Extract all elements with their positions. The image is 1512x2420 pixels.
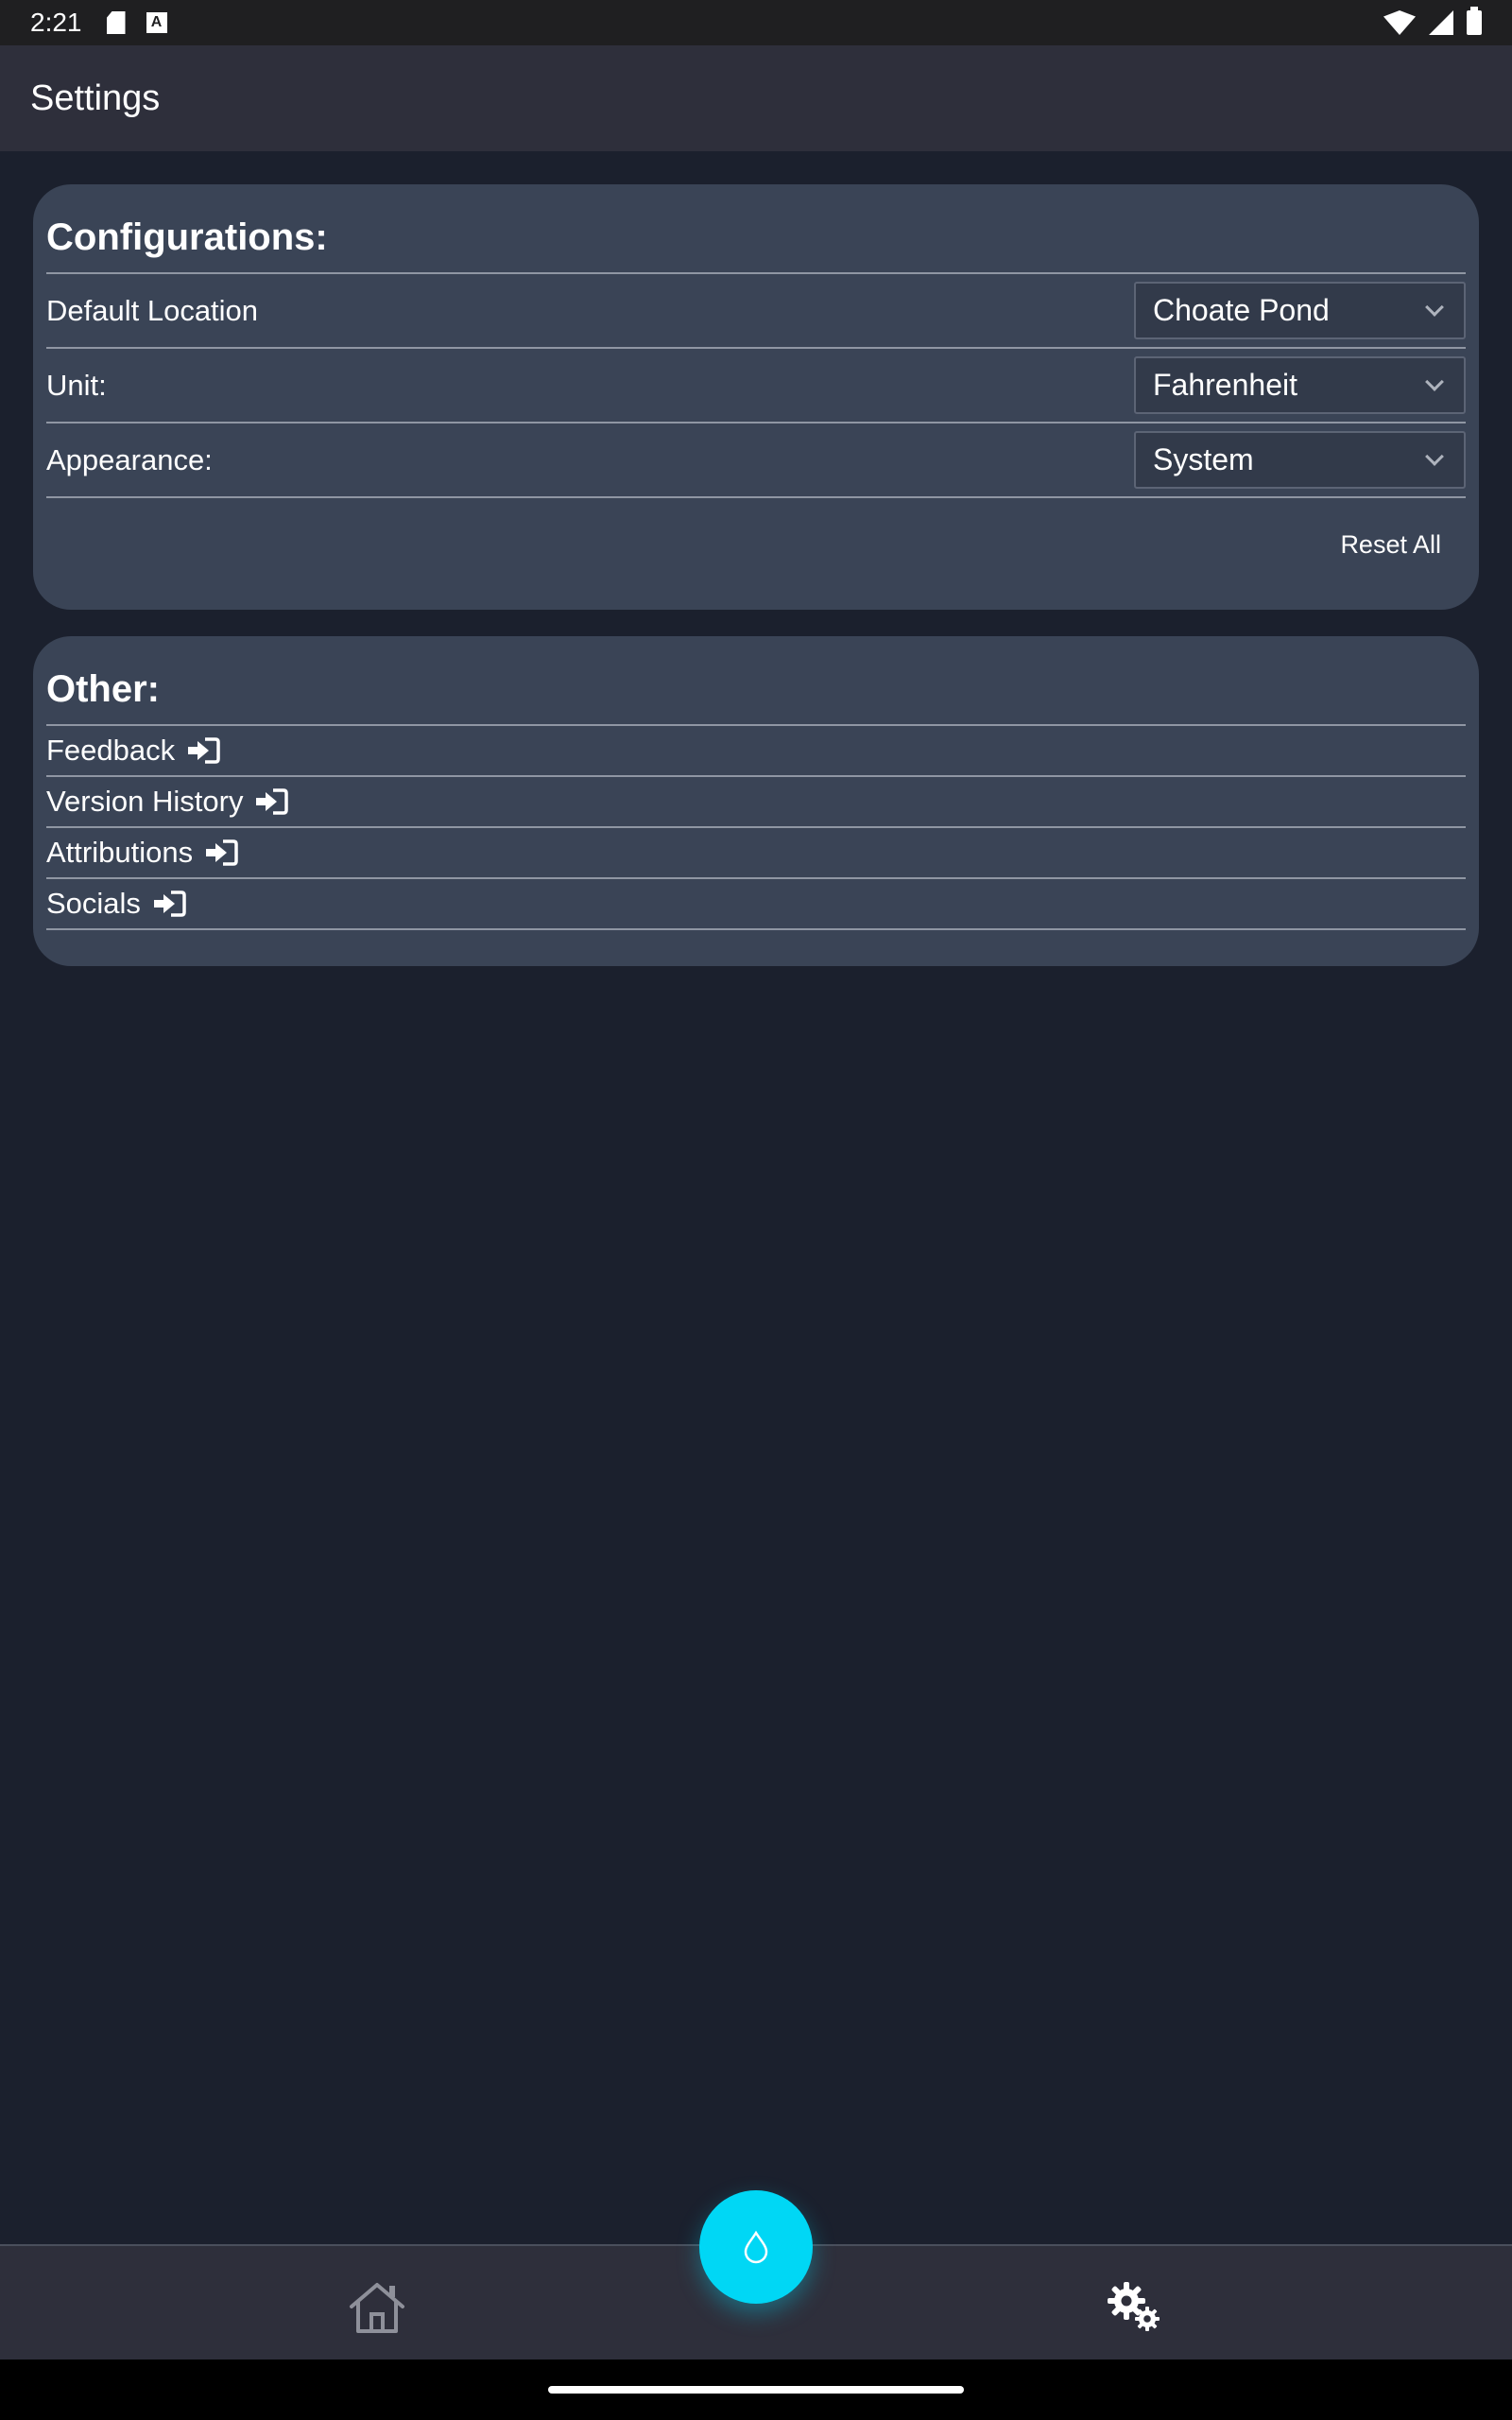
status-left-icons: A [106, 11, 167, 34]
gears-icon[interactable] [1106, 2280, 1162, 2333]
login-icon [206, 839, 238, 866]
battery-icon [1467, 7, 1482, 35]
chevron-down-icon [1425, 297, 1444, 317]
gesture-handle[interactable] [548, 2386, 964, 2394]
feedback-link[interactable]: Feedback [46, 726, 1466, 777]
other-card: Other: Feedback Version History Attribut… [33, 636, 1479, 966]
feedback-label: Feedback [46, 734, 176, 767]
default-location-dropdown[interactable]: Choate Pond [1134, 282, 1466, 339]
configurations-card: Configurations: Default Location Choate … [33, 184, 1479, 610]
water-drop-fab[interactable] [699, 2190, 813, 2304]
appearance-row: Appearance: System [46, 424, 1466, 498]
socials-link[interactable]: Socials [46, 879, 1466, 930]
signal-icon [1429, 10, 1453, 35]
login-icon [153, 890, 186, 917]
version-history-link[interactable]: Version History [46, 777, 1466, 828]
home-icon[interactable] [348, 2280, 406, 2335]
appearance-value: System [1153, 442, 1254, 476]
unit-dropdown[interactable]: Fahrenheit [1134, 356, 1466, 414]
default-location-label: Default Location [46, 293, 259, 327]
app-bar: Settings [0, 45, 1512, 151]
a-notification-icon: A [146, 12, 167, 33]
attributions-label: Attributions [46, 836, 194, 869]
login-icon [188, 737, 220, 764]
settings-screen: 2:21 A Settings Configurations: Default … [0, 0, 1512, 2420]
unit-value: Fahrenheit [1153, 368, 1297, 402]
status-right-icons [1383, 7, 1482, 35]
configurations-heading: Configurations: [46, 184, 1466, 274]
gesture-navigation-area [0, 2360, 1512, 2420]
sd-card-icon [106, 11, 126, 34]
unit-label: Unit: [46, 368, 107, 402]
wifi-icon [1383, 10, 1416, 35]
status-bar: 2:21 A [0, 0, 1512, 45]
appearance-label: Appearance: [46, 442, 213, 476]
reset-wrap: Reset All [46, 498, 1466, 591]
water-drop-icon [744, 2230, 768, 2264]
page-title: Settings [30, 78, 161, 118]
default-location-row: Default Location Choate Pond [46, 274, 1466, 349]
version-history-label: Version History [46, 785, 244, 818]
chevron-down-icon [1425, 372, 1444, 391]
login-icon [256, 788, 289, 815]
attributions-link[interactable]: Attributions [46, 828, 1466, 879]
chevron-down-icon [1425, 446, 1444, 466]
reset-all-button[interactable]: Reset All [1340, 530, 1441, 560]
other-heading: Other: [46, 636, 1466, 726]
unit-row: Unit: Fahrenheit [46, 349, 1466, 424]
default-location-value: Choate Pond [1153, 293, 1330, 327]
status-time: 2:21 [30, 8, 82, 37]
appearance-dropdown[interactable]: System [1134, 431, 1466, 489]
socials-label: Socials [46, 887, 141, 920]
